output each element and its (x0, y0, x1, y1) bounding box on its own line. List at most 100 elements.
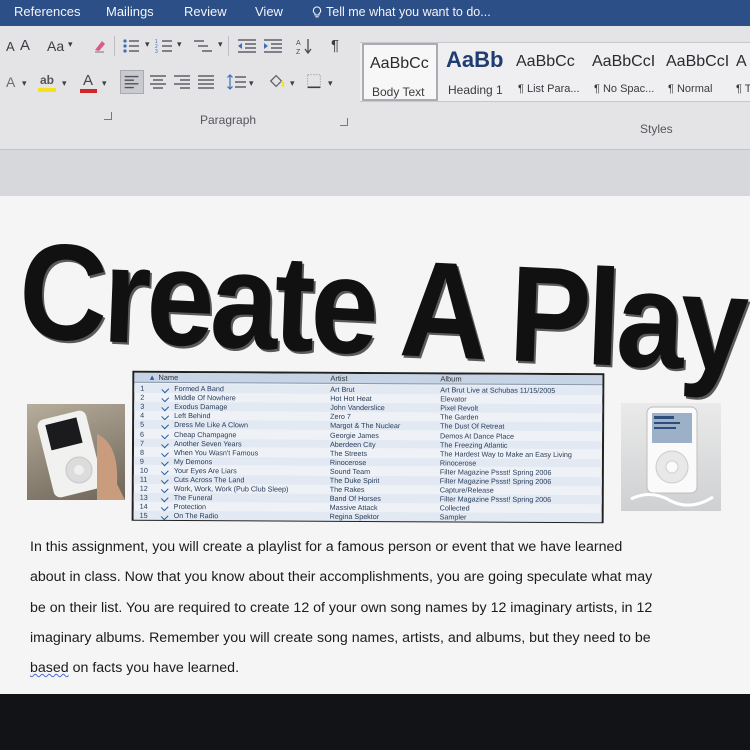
style-normal[interactable]: AaBbCcI ¶ Normal (660, 43, 736, 101)
chevron-down-icon[interactable]: ▾ (328, 78, 333, 89)
track-artist: John Vanderslice (330, 402, 385, 413)
ipod-icon (630, 406, 714, 507)
track-number: 14 (139, 502, 148, 512)
track-number: 4 (140, 411, 145, 421)
chevron-down-icon[interactable]: ▾ (218, 39, 223, 50)
text-effects-button[interactable]: A (6, 74, 15, 90)
chevron-down-icon[interactable]: ▾ (177, 39, 182, 50)
track-name: Middle Of Nowhere (174, 393, 236, 403)
track-name: Another Seven Years (173, 438, 242, 448)
track-number: 6 (140, 429, 145, 439)
style-list-paragraph[interactable]: AaBbCc ¶ List Para... (510, 43, 586, 101)
grow-font-button[interactable]: A (20, 37, 30, 54)
track-artist: The Duke Spirit (329, 475, 380, 486)
style-body-text[interactable]: AaBbCc Body Text (362, 43, 438, 101)
track-artist: The Streets (329, 448, 368, 458)
track-name: Work, Work, Work (Pub Club Sleep) (173, 484, 289, 494)
multilevel-list-icon[interactable] (192, 37, 218, 55)
checkbox-icon[interactable] (160, 512, 169, 521)
style-sample: AaBbCc (370, 55, 429, 72)
decrease-indent-icon[interactable] (236, 37, 258, 55)
svg-text:A: A (296, 40, 301, 47)
justify-icon[interactable] (196, 73, 216, 91)
playlist-body: 1 Formed A Band Art Brut Art Brut Live at S… (133, 383, 603, 523)
style-name: ¶ No Spac... (594, 83, 655, 95)
tab-references[interactable]: References (14, 4, 80, 19)
track-album: Sampler (439, 512, 467, 522)
ribbon: A A Aa ▾ ▾ 1 2 3 ▾ ▾ A Z ¶ A ▾ ab ▾ A ▾ … (0, 26, 750, 150)
body-line: about in class. Now that you know about … (30, 569, 653, 586)
tab-mailings[interactable]: Mailings (106, 4, 154, 19)
style-sample: AaBb (446, 47, 504, 72)
chevron-down-icon[interactable]: ▾ (62, 78, 67, 89)
chevron-down-icon[interactable]: ▾ (22, 78, 27, 89)
highlight-label: ab (40, 73, 55, 87)
lightbulb-icon (312, 5, 322, 17)
show-formatting-marks-button[interactable]: ¶ (331, 37, 339, 54)
ipod-photo-right (621, 403, 721, 511)
change-case-button[interactable]: Aa (47, 38, 64, 54)
track-artist: Art Brut (330, 384, 355, 394)
body-line-last: based on facts you have learned. (30, 653, 720, 683)
style-name: Heading 1 (448, 83, 503, 97)
track-name: Formed A Band (174, 383, 224, 394)
style-name: Body Text (372, 85, 425, 99)
table-row[interactable]: 15 On The Radio Regina Spektor Sampler (133, 511, 602, 523)
line-spacing-icon[interactable] (226, 73, 248, 91)
style-heading-1[interactable]: AaBb Heading 1 (440, 43, 516, 101)
track-name: On The Radio (173, 511, 219, 521)
align-right-icon[interactable] (172, 73, 192, 91)
style-sample: A (736, 53, 747, 70)
chevron-down-icon[interactable]: ▾ (249, 78, 254, 89)
sort-indicator-icon: ▲ (148, 372, 156, 382)
font-dialog-launcher-icon[interactable] (104, 112, 112, 120)
ribbon-tab-bar: References Mailings Review View Tell me … (0, 0, 750, 26)
increase-indent-icon[interactable] (262, 37, 284, 55)
track-album: Filter Magazine Pssst! Spring 2006 (439, 494, 552, 505)
track-number: 7 (139, 438, 145, 448)
tab-view[interactable]: View (255, 4, 283, 19)
highlight-button[interactable]: ab (38, 72, 60, 94)
numbering-icon[interactable]: 1 2 3 (155, 37, 177, 55)
track-number: 15 (139, 511, 148, 521)
playlist-table: ▲ Name Artist Album 1 Formed A Band Art Br… (131, 370, 605, 524)
shrink-font-button[interactable]: A (6, 39, 15, 54)
track-number: 10 (139, 465, 148, 475)
track-album: Pixel Revolt (440, 403, 479, 413)
align-left-button[interactable] (120, 70, 144, 94)
track-number: 13 (139, 492, 148, 503)
track-name: When You Wasn't Famous (173, 447, 259, 458)
track-number: 3 (140, 401, 145, 412)
tab-review[interactable]: Review (184, 4, 227, 19)
clear-formatting-icon[interactable] (92, 37, 108, 55)
tell-me-search[interactable]: Tell me what you want to do... (312, 5, 491, 19)
borders-icon[interactable] (304, 72, 324, 90)
chevron-down-icon[interactable]: ▾ (145, 39, 150, 50)
align-center-icon[interactable] (148, 73, 168, 91)
track-number: 1 (140, 383, 145, 393)
column-header-artist: Artist (330, 373, 348, 383)
svg-text:Z: Z (296, 49, 301, 55)
body-line-rest: on facts you have learned. (68, 660, 240, 677)
bullets-icon[interactable] (122, 37, 144, 55)
style-title[interactable]: A ¶ T (732, 43, 750, 101)
spellcheck-flagged-word[interactable]: based (30, 660, 69, 676)
chevron-down-icon[interactable]: ▾ (290, 78, 295, 89)
track-number: 8 (139, 447, 144, 457)
track-album: Filter Magazine Pssst! Spring 2006 (439, 467, 552, 477)
track-artist: Massive Attack (329, 503, 378, 513)
track-name: Cheap Champagne (174, 429, 237, 439)
column-header-name: Name (158, 372, 179, 383)
track-name: Cuts Across The Land (173, 474, 245, 485)
font-color-button[interactable]: A (80, 72, 100, 94)
track-name: My Demons (173, 456, 213, 466)
track-album: Demos At Dance Place (440, 430, 515, 441)
document-gutter (0, 150, 750, 196)
chevron-down-icon[interactable]: ▾ (68, 39, 73, 50)
chevron-down-icon[interactable]: ▾ (102, 78, 107, 89)
font-color-swatch (80, 89, 97, 93)
paragraph-dialog-launcher-icon[interactable] (340, 118, 348, 126)
shading-icon[interactable] (266, 72, 288, 90)
style-no-spacing[interactable]: AaBbCcI ¶ No Spac... (586, 43, 662, 101)
sort-icon[interactable]: A Z (296, 37, 314, 55)
